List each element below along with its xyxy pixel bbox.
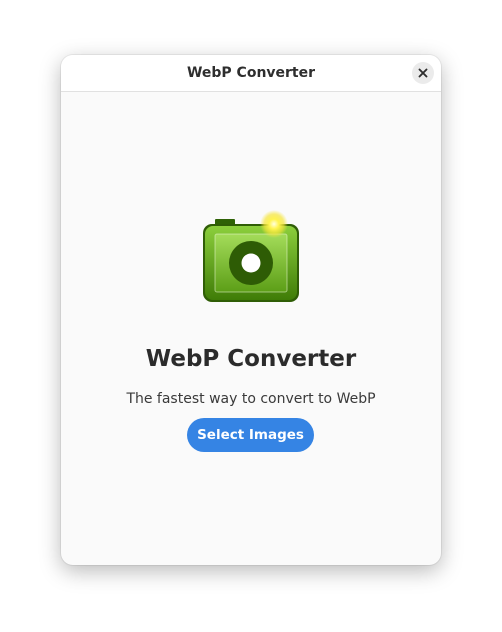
close-button[interactable] [412, 62, 434, 84]
tagline-text: The fastest way to convert to WebP [126, 391, 376, 407]
camera-image-icon [203, 210, 299, 302]
header-bar: WebP Converter [61, 55, 441, 92]
app-name-heading: WebP Converter [145, 346, 357, 372]
app-window: WebP Converter WebP Converter The fastes… [61, 55, 441, 565]
close-icon [418, 68, 428, 78]
window-title: WebP Converter [186, 65, 316, 81]
select-images-button[interactable]: Select Images [187, 418, 314, 452]
welcome-page: WebP Converter The fastest way to conver… [61, 92, 441, 565]
